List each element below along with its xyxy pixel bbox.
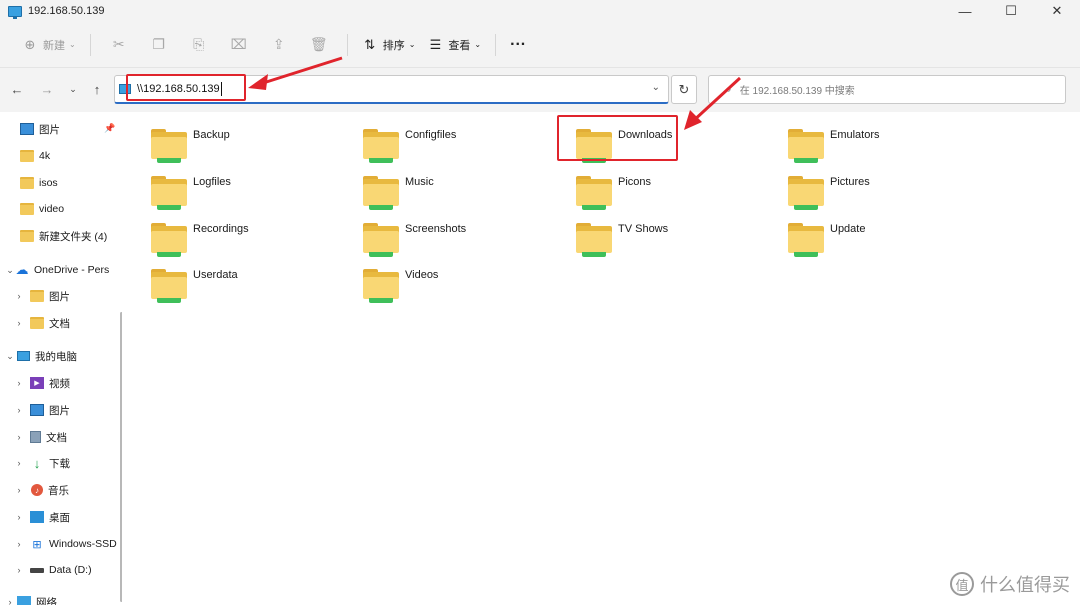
watermark: 值 什么值得买	[950, 571, 1070, 597]
watermark-logo-icon: 值	[950, 572, 974, 596]
annotation-arrows	[248, 56, 742, 130]
watermark-text: 什么值得买	[980, 575, 1070, 595]
arrow-to-address	[248, 56, 343, 90]
arrow-to-downloads	[684, 76, 742, 130]
